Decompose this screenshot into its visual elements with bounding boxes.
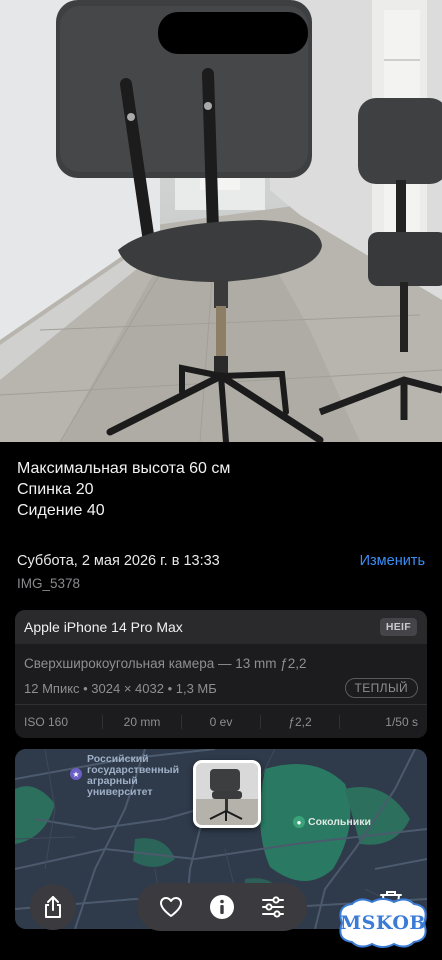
exif-iso: ISO 160 xyxy=(15,714,103,729)
photo-location-thumbnail[interactable] xyxy=(193,760,261,828)
exif-focal-length: 20 mm xyxy=(103,714,182,729)
exif-row: ISO 160 20 mm 0 ev ƒ2,2 1/50 s xyxy=(15,704,427,738)
info-icon xyxy=(209,895,234,919)
exif-shutter: 1/50 s xyxy=(385,714,418,729)
watermark-logo: MSKOB xyxy=(330,896,436,950)
format-badge: HEIF xyxy=(379,618,417,636)
filter-badge: ТЕПЛЫЙ xyxy=(344,678,418,698)
park-label: Сокольники xyxy=(308,816,371,828)
park-pin-icon: ● xyxy=(293,816,305,828)
adjust-icon xyxy=(262,896,285,918)
caption-line: Сидение 40 xyxy=(17,502,105,519)
share-button[interactable] xyxy=(30,884,76,930)
university-pin-icon: ★ xyxy=(70,768,82,780)
image-specs: 12 Мпикс • 3024 × 4032 • 1,3 МБ xyxy=(24,680,217,696)
file-name: IMG_5378 xyxy=(17,576,81,591)
lens-info: Сверхширокоугольная камера — 13 mm ƒ2,2 xyxy=(24,656,307,671)
capture-date: Суббота, 2 мая 2026 г. в 13:33 xyxy=(17,553,220,569)
date-row: Суббота, 2 мая 2026 г. в 13:33 Изменить xyxy=(17,551,425,571)
photo-caption[interactable]: Максимальная высота 60 см Спинка 20 Сиде… xyxy=(17,458,427,521)
device-name: Apple iPhone 14 Pro Max xyxy=(24,619,183,635)
favorite-button[interactable] xyxy=(151,887,191,927)
exif-exposure: 0 ev xyxy=(182,714,261,729)
watermark-text: MSKOB xyxy=(340,912,426,934)
share-icon xyxy=(45,896,61,918)
photo-actions-bar xyxy=(137,883,307,931)
university-label: Российский государственный аграрный унив… xyxy=(87,753,180,798)
caption-line: Спинка 20 xyxy=(17,481,94,498)
photo-view[interactable] xyxy=(0,0,442,442)
info-button[interactable] xyxy=(202,887,242,927)
edit-date-button[interactable]: Изменить xyxy=(360,553,425,569)
camera-info-card: Apple iPhone 14 Pro Max HEIF Сверхшироко… xyxy=(15,610,427,738)
exif-aperture: ƒ2,2 xyxy=(261,714,340,729)
heart-icon xyxy=(159,897,182,917)
caption-line: Максимальная высота 60 см xyxy=(17,460,231,477)
adjust-button[interactable] xyxy=(253,887,293,927)
card-header: Apple iPhone 14 Pro Max HEIF xyxy=(15,610,427,644)
photo-chairs xyxy=(0,0,442,442)
